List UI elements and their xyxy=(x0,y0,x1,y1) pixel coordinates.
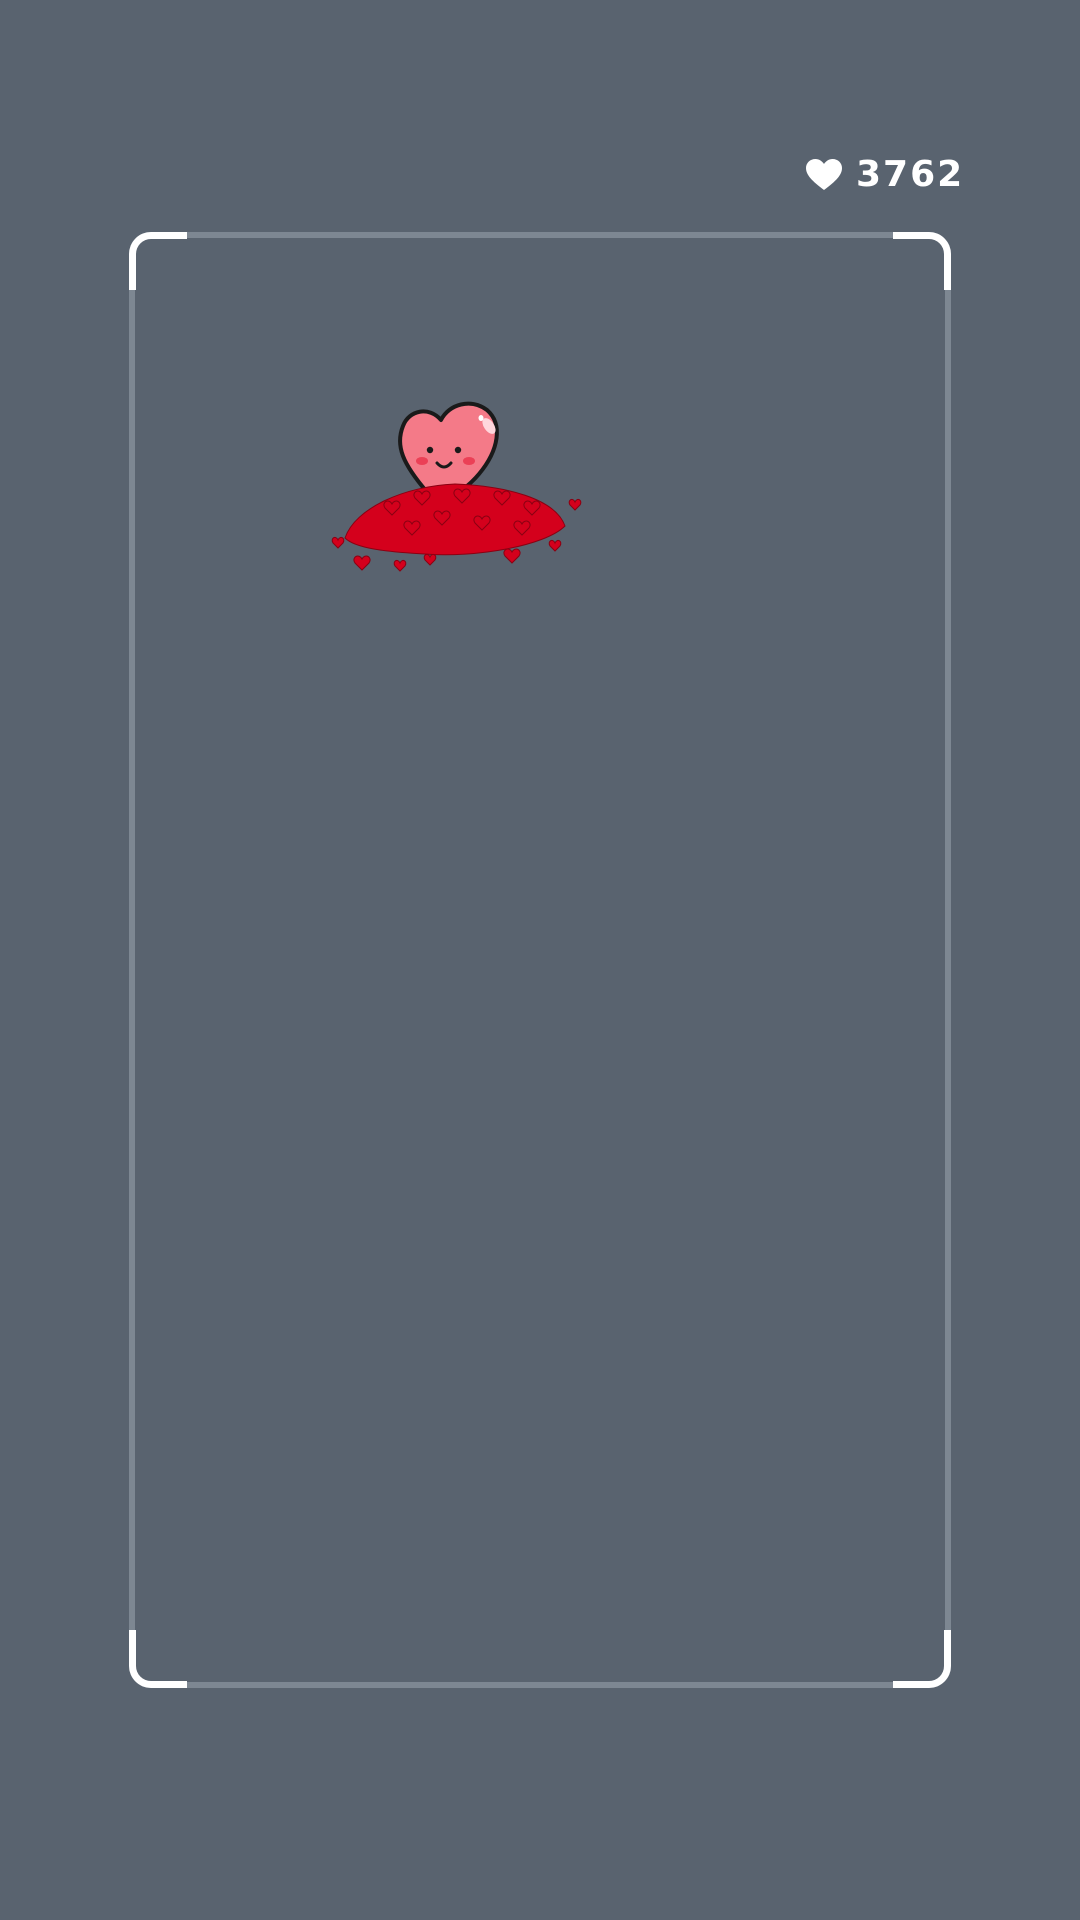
likes-count: 3762 xyxy=(856,154,965,195)
frame-corner-bottom-left xyxy=(129,1630,187,1688)
frame-corner-top-left xyxy=(129,232,187,290)
frame-corner-top-right xyxy=(893,232,951,290)
frame-corner-bottom-right xyxy=(893,1630,951,1688)
likes-counter[interactable]: 3762 xyxy=(806,152,964,198)
heart-pile xyxy=(331,483,582,572)
heart-icon xyxy=(806,159,842,190)
app-screen: 3762 xyxy=(0,0,1080,1920)
heart-mascot-illustration xyxy=(331,401,582,572)
